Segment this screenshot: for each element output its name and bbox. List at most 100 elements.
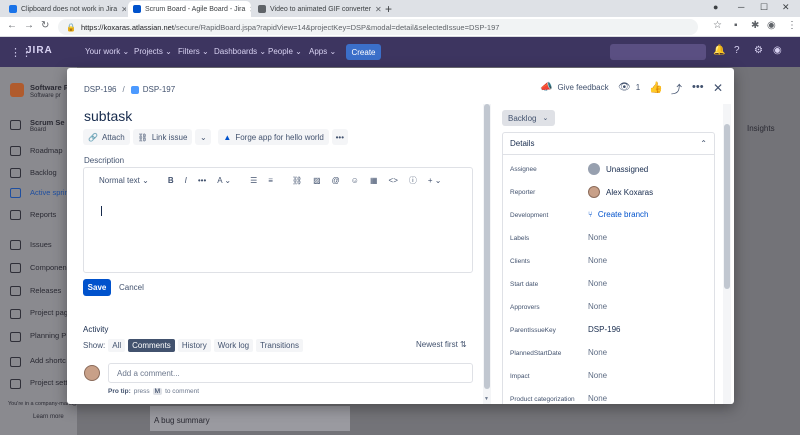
extension-icon[interactable]: ▪: [734, 20, 738, 31]
impact-value[interactable]: None: [588, 371, 607, 380]
nav-your-work[interactable]: Your work ⌄: [85, 47, 129, 56]
jira-logo[interactable]: JIRA: [26, 45, 53, 56]
text-style-dropdown[interactable]: Normal text ⌄: [99, 176, 149, 185]
sidebar-item-project-pages[interactable]: Project pag: [30, 308, 68, 317]
create-button[interactable]: Create: [346, 44, 381, 60]
assignee-value[interactable]: Unassigned: [588, 163, 648, 175]
emoji-icon[interactable]: ☺: [351, 176, 359, 185]
maximize-icon[interactable]: ☐: [760, 2, 768, 13]
insert-plus-icon[interactable]: + ⌄: [428, 176, 442, 185]
minimize-icon[interactable]: ─: [738, 2, 744, 12]
share-icon[interactable]: ⤴: [671, 81, 682, 97]
url-input[interactable]: 🔒 https://koxaras.atlassian.net/secure/R…: [58, 19, 698, 35]
browser-tab-gif[interactable]: Video to animated GIF converter ✕: [253, 1, 381, 17]
sidebar-item-planning[interactable]: Planning P: [30, 331, 66, 340]
sidebar-item-backlog[interactable]: Backlog: [30, 168, 57, 177]
issue-title[interactable]: subtask: [84, 108, 132, 124]
browser-tab-clipboard[interactable]: Clipboard does not work in Jira ✕: [4, 1, 126, 17]
info-icon[interactable]: ⓘ: [409, 175, 417, 186]
link-dropdown-button[interactable]: ⌄: [195, 129, 212, 145]
more-actions-icon[interactable]: •••: [692, 81, 704, 93]
nav-apps[interactable]: Apps ⌄: [309, 47, 336, 56]
close-tab-icon[interactable]: ✕: [245, 5, 251, 14]
attach-button[interactable]: 🔗 Attach: [83, 129, 130, 145]
sort-order-button[interactable]: Newest first ⇅: [416, 340, 467, 349]
more-apps-button[interactable]: •••: [331, 129, 348, 145]
link-issue-button[interactable]: ⛓ Link issue: [132, 129, 193, 145]
profile-avatar[interactable]: ◉: [767, 20, 776, 31]
give-feedback-button[interactable]: 📣 Give feedback: [540, 82, 609, 93]
filter-all[interactable]: All: [108, 339, 126, 352]
start-date-value[interactable]: None: [588, 279, 607, 288]
scroll-thumb[interactable]: [484, 104, 490, 389]
planned-start-date-value[interactable]: None: [588, 348, 607, 357]
puzzle-icon[interactable]: ✱: [751, 20, 759, 31]
bookmark-star-icon[interactable]: ☆: [713, 20, 722, 31]
description-editor[interactable]: Normal text ⌄ B I ••• A ⌄ ☰ ≡ ⛓ ▨ @ ☺ ▦ …: [83, 167, 473, 273]
text-color-icon[interactable]: A ⌄: [217, 176, 231, 185]
settings-icon[interactable]: ⚙: [754, 45, 763, 56]
thumbs-up-icon[interactable]: 👍: [649, 81, 663, 94]
browser-menu-icon[interactable]: ●: [713, 2, 718, 12]
image-icon[interactable]: ▨: [313, 176, 321, 185]
help-icon[interactable]: ?: [734, 45, 740, 56]
save-button[interactable]: Save: [83, 279, 111, 296]
search-input[interactable]: [610, 44, 706, 60]
sidebar-item-components[interactable]: Componen: [30, 263, 67, 272]
link-icon[interactable]: ⛓: [292, 176, 302, 185]
nav-projects[interactable]: Projects ⌄: [134, 47, 172, 56]
forward-icon[interactable]: →: [24, 20, 34, 31]
labels-value[interactable]: None: [588, 233, 607, 242]
comment-input[interactable]: Add a comment...: [108, 363, 473, 383]
mention-icon[interactable]: @: [332, 176, 340, 185]
left-pane-scrollbar[interactable]: ▼: [483, 104, 491, 404]
nav-filters[interactable]: Filters ⌄: [178, 47, 209, 56]
forge-app-button[interactable]: ▲ Forge app for hello world: [218, 129, 329, 145]
status-dropdown[interactable]: Backlog ⌄: [502, 110, 555, 126]
nav-dashboards[interactable]: Dashboards ⌄: [214, 47, 266, 56]
approvers-value[interactable]: None: [588, 302, 607, 311]
board-card[interactable]: A bug summary: [150, 406, 350, 431]
cancel-button[interactable]: Cancel: [119, 279, 144, 296]
sidebar-item-releases[interactable]: Releases: [30, 286, 61, 295]
browser-tab-scrum-board[interactable]: Scrum Board - Agile Board - Jira ✕: [128, 1, 251, 17]
kebab-menu-icon[interactable]: ⋮: [787, 20, 797, 31]
sidebar-item-issues[interactable]: Issues: [30, 240, 52, 249]
back-icon[interactable]: ←: [7, 20, 17, 31]
close-window-icon[interactable]: ✕: [782, 2, 790, 13]
sidebar-item-add-shortcut[interactable]: Add shortc: [30, 356, 66, 365]
filter-history[interactable]: History: [177, 339, 211, 352]
italic-icon[interactable]: I: [185, 176, 187, 185]
filter-transitions[interactable]: Transitions: [256, 339, 303, 352]
right-pane-scrollbar[interactable]: [723, 104, 731, 404]
code-icon[interactable]: <>: [389, 176, 398, 185]
numbered-list-icon[interactable]: ≡: [268, 176, 273, 185]
table-icon[interactable]: ▦: [370, 176, 378, 185]
user-avatar[interactable]: ◉: [773, 45, 782, 56]
reporter-value[interactable]: Alex Koxaras: [588, 186, 653, 198]
scroll-down-icon[interactable]: ▼: [484, 396, 489, 402]
sidebar-item-project-settings[interactable]: Project setti: [30, 378, 69, 387]
close-tab-icon[interactable]: ✕: [371, 5, 381, 14]
nav-people[interactable]: People ⌄: [268, 47, 302, 56]
scroll-thumb[interactable]: [724, 124, 730, 289]
insights-button[interactable]: Insights: [747, 124, 775, 133]
product-categorization-value[interactable]: None: [588, 394, 607, 403]
breadcrumb-parent-link[interactable]: DSP-196: [84, 85, 116, 94]
reload-icon[interactable]: ↻: [41, 20, 49, 31]
watch-button[interactable]: 👁 1: [618, 82, 640, 93]
more-formatting-icon[interactable]: •••: [198, 176, 206, 185]
bold-icon[interactable]: B: [168, 176, 174, 185]
bullet-list-icon[interactable]: ☰: [250, 176, 257, 185]
parent-issue-key-value[interactable]: DSP-196: [588, 325, 620, 334]
sidebar-item-active-sprints[interactable]: Active sprin: [30, 188, 69, 197]
notifications-icon[interactable]: 🔔: [713, 45, 725, 56]
details-header[interactable]: Details ⌃: [503, 133, 714, 155]
breadcrumb-current-link[interactable]: DSP-197: [143, 85, 175, 94]
filter-comments[interactable]: Comments: [128, 339, 175, 352]
create-branch-link[interactable]: ⑂ Create branch: [588, 210, 649, 219]
filter-work-log[interactable]: Work log: [213, 339, 254, 352]
sidebar-item-roadmap[interactable]: Roadmap: [30, 146, 63, 155]
close-tab-icon[interactable]: ✕: [117, 5, 126, 14]
learn-more-link[interactable]: Learn more: [33, 414, 64, 420]
